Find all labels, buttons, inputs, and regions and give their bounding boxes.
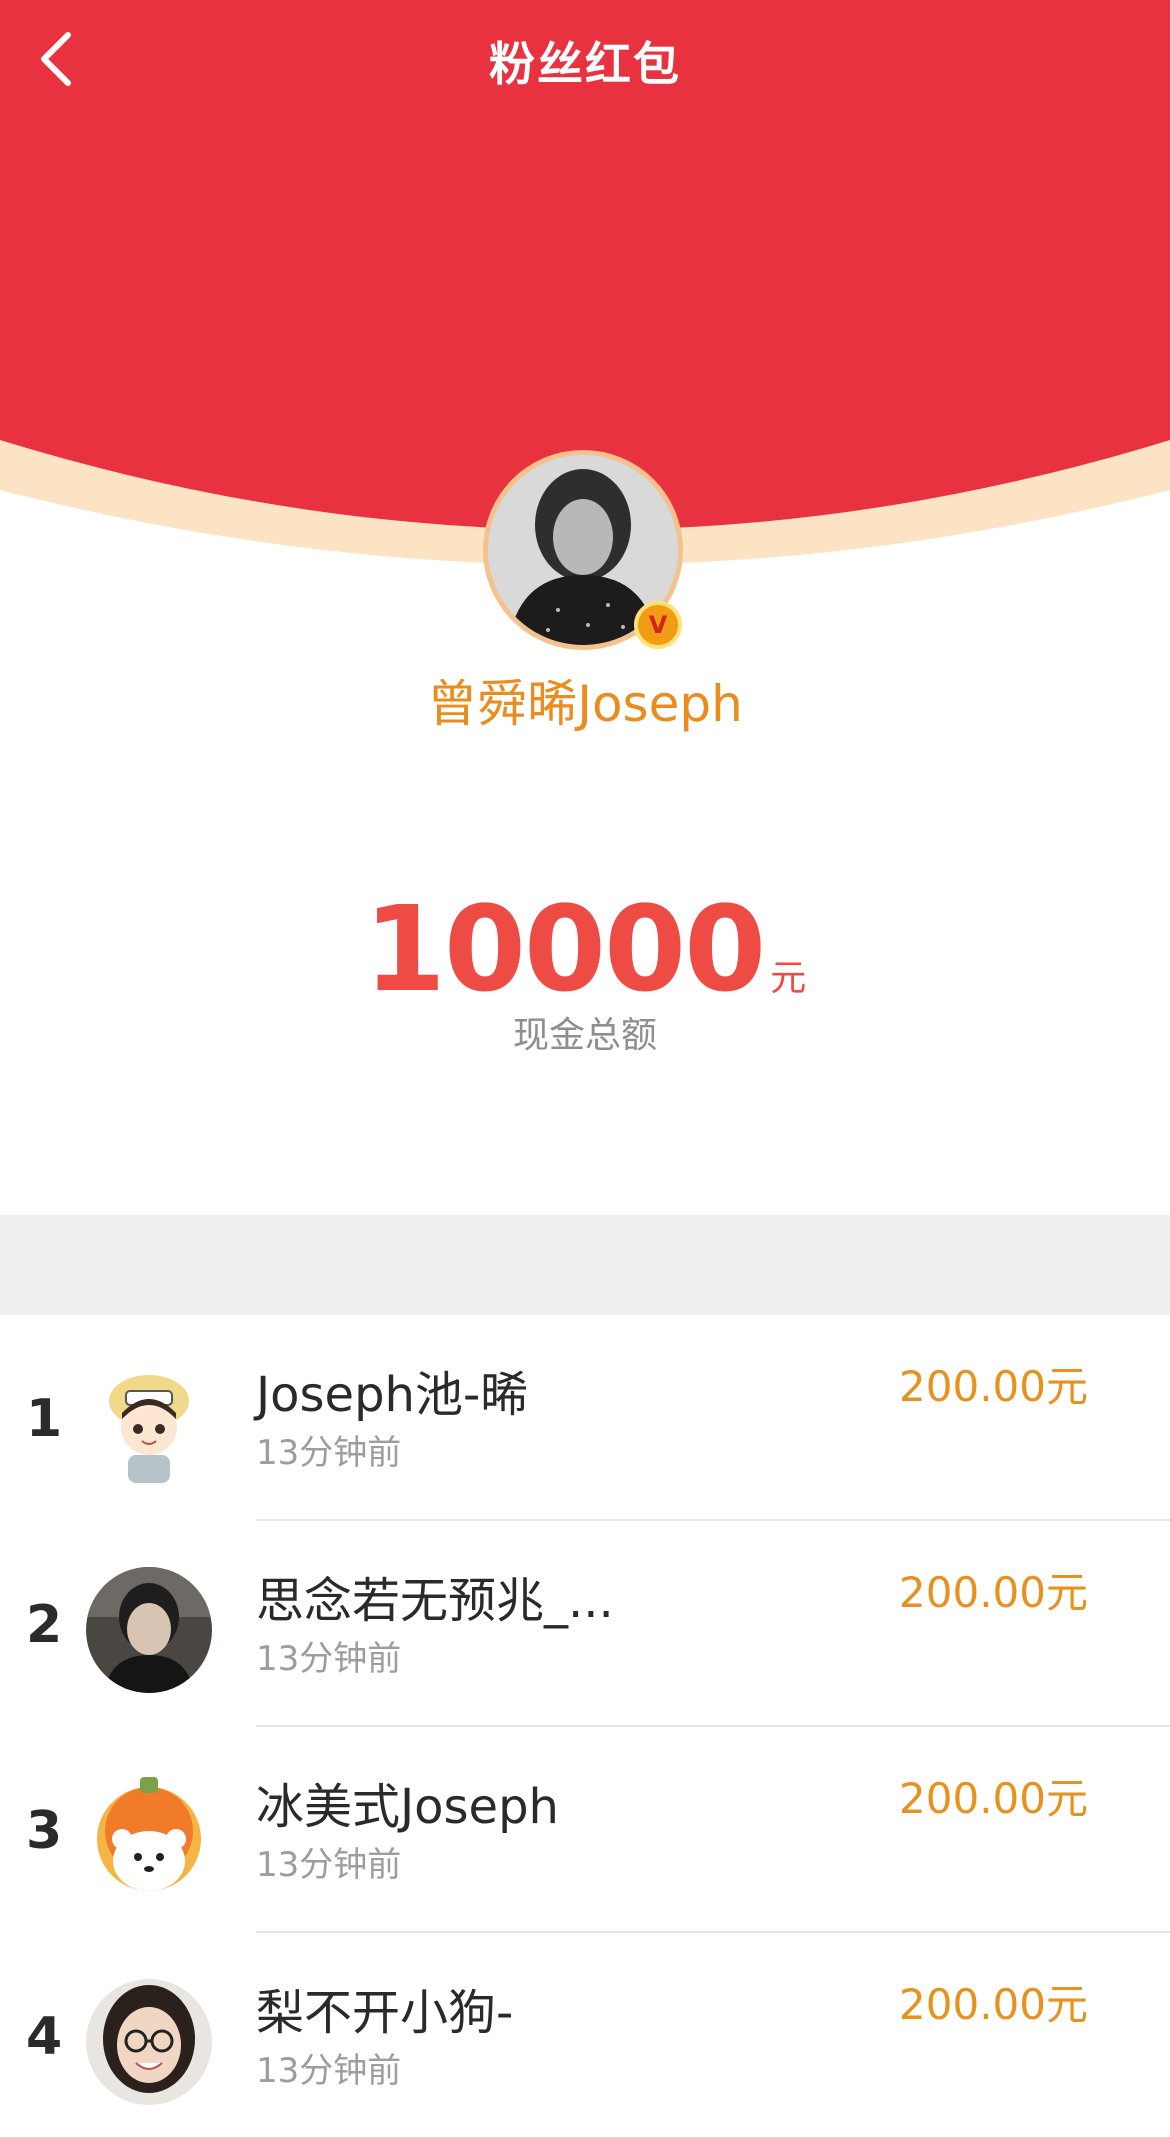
amount-value: 10000 xyxy=(363,880,767,1018)
list-item[interactable]: 4 梨不开小狗- 13分钟前 200.00元 xyxy=(0,1933,1170,2137)
amount-unit: 元 xyxy=(770,958,807,999)
list-item[interactable]: 1 Joseph池-晞 13分钟前 200.00元 xyxy=(0,1315,1170,1521)
received-amount: 200.00元 xyxy=(899,1980,1088,2029)
page-title: 粉丝红包 xyxy=(489,37,681,91)
rank-number: 4 xyxy=(26,2007,63,2067)
recipient-name: 思念若无预兆_... xyxy=(256,1573,614,1629)
cartoon-avatar-image xyxy=(86,1773,212,1899)
sender-name[interactable]: 曾舜晞Joseph xyxy=(0,664,1170,736)
photo-avatar-image xyxy=(86,1979,212,2105)
received-amount: 200.00元 xyxy=(899,1362,1088,1411)
recipient-name: 梨不开小狗- xyxy=(256,1985,514,2041)
avatar[interactable] xyxy=(86,1773,212,1899)
photo-avatar-image xyxy=(86,1567,212,1693)
received-time: 13分钟前 xyxy=(256,2051,402,2091)
avatar[interactable] xyxy=(86,1979,212,2105)
received-time: 13分钟前 xyxy=(256,1639,402,1679)
received-time: 13分钟前 xyxy=(256,1433,402,1473)
recipient-name: Joseph池-晞 xyxy=(256,1367,529,1423)
received-time: 13分钟前 xyxy=(256,1845,402,1885)
cartoon-avatar-image xyxy=(86,1361,212,1487)
rank-number: 1 xyxy=(26,1389,63,1449)
received-amount: 200.00元 xyxy=(899,1774,1088,1823)
list-item[interactable]: 3 冰美式Joseph 13分钟前 200.00元 xyxy=(0,1727,1170,1933)
recipient-name: 冰美式Joseph xyxy=(256,1779,559,1835)
recipient-list: 1 Joseph池-晞 13分钟前 200.00元 2 思念若无预兆_... 1… xyxy=(0,1315,1170,2137)
amount-caption: 现金总额 xyxy=(512,1015,657,1056)
received-amount: 200.00元 xyxy=(899,1568,1088,1617)
avatar[interactable] xyxy=(86,1567,212,1693)
verified-icon: V xyxy=(634,601,682,649)
rank-number: 2 xyxy=(26,1595,63,1655)
section-divider xyxy=(0,1215,1170,1315)
rank-number: 3 xyxy=(26,1801,63,1861)
red-packet-page: 粉丝红包 V 曾舜晞Joseph 10000 元 现金总额 1 Joseph池-… xyxy=(0,0,1170,2137)
total-amount: 10000 元 xyxy=(0,880,1170,1018)
list-item[interactable]: 2 思念若无预兆_... 13分钟前 200.00元 xyxy=(0,1521,1170,1727)
avatar[interactable] xyxy=(86,1361,212,1487)
